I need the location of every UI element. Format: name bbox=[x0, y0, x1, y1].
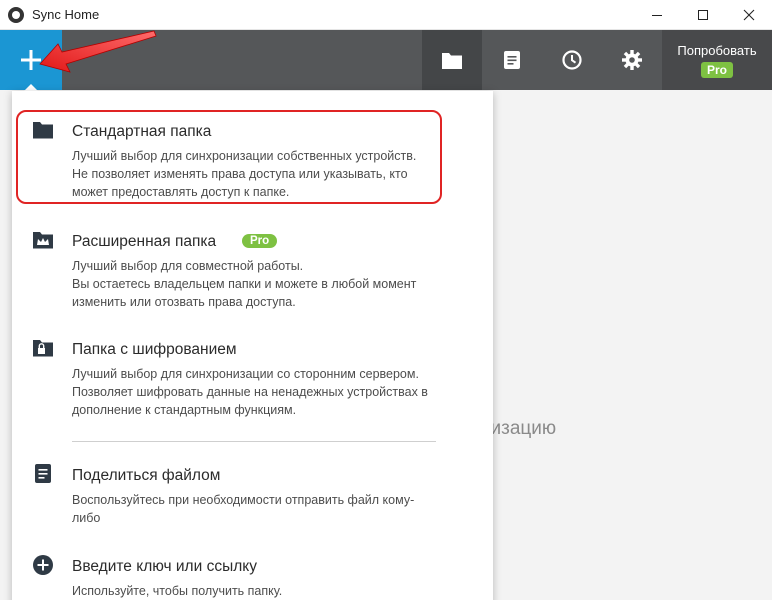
minimize-icon bbox=[652, 15, 662, 16]
crown-folder-icon bbox=[33, 232, 53, 249]
transfers-tab-button[interactable] bbox=[482, 30, 542, 90]
close-button[interactable] bbox=[726, 0, 772, 30]
close-icon bbox=[743, 9, 755, 21]
lock-folder-icon bbox=[33, 340, 53, 357]
app-logo-icon bbox=[8, 6, 24, 23]
menu-item-title: Поделиться файлом bbox=[72, 467, 221, 484]
toolbar: Попробовать Pro bbox=[0, 30, 772, 90]
settings-tab-button[interactable] bbox=[602, 30, 662, 90]
window-controls bbox=[634, 0, 772, 30]
folder-icon bbox=[442, 53, 462, 69]
title-bar: Sync Home bbox=[0, 0, 772, 30]
gear-icon bbox=[622, 50, 642, 70]
document-icon bbox=[35, 464, 51, 483]
menu-item-advanced-folder[interactable]: Расширенная папка Pro Лучший выбор для с… bbox=[12, 221, 493, 321]
maximize-icon bbox=[698, 10, 708, 20]
maximize-button[interactable] bbox=[680, 0, 726, 30]
menu-item-description: Лучший выбор для синхронизации со сторон… bbox=[72, 367, 428, 417]
clock-icon bbox=[562, 50, 582, 70]
try-pro-button[interactable]: Попробовать Pro bbox=[662, 30, 772, 90]
menu-divider bbox=[72, 441, 436, 442]
plus-icon bbox=[21, 50, 41, 70]
history-tab-button[interactable] bbox=[542, 30, 602, 90]
document-icon bbox=[504, 51, 520, 69]
menu-item-description: Лучший выбор для совместной работы. Вы о… bbox=[72, 259, 417, 309]
menu-item-title: Расширенная папка bbox=[72, 233, 217, 250]
menu-item-description: Используйте, чтобы получить папку. bbox=[72, 584, 283, 598]
menu-item-title: Введите ключ или ссылку bbox=[72, 558, 257, 575]
add-button[interactable] bbox=[0, 30, 62, 90]
menu-item-description: Воспользуйтесь при необходимости отправи… bbox=[72, 493, 415, 525]
pro-badge: Pro bbox=[700, 61, 733, 78]
pro-badge: Pro bbox=[242, 234, 278, 248]
minimize-button[interactable] bbox=[634, 0, 680, 30]
menu-caret bbox=[24, 84, 38, 91]
plus-circle-icon bbox=[33, 555, 53, 575]
try-pro-label: Попробовать bbox=[677, 42, 757, 58]
menu-item-enter-key[interactable]: Введите ключ или ссылку Используйте, что… bbox=[12, 546, 493, 600]
menu-item-title: Папка с шифрованием bbox=[72, 341, 237, 358]
folders-tab-button[interactable] bbox=[422, 30, 482, 90]
window-title: Sync Home bbox=[32, 7, 100, 22]
app-window: Sync Home Попробовать Pro низацию Станда… bbox=[0, 0, 772, 600]
highlight-box bbox=[16, 110, 442, 204]
menu-item-share-file[interactable]: Поделиться файлом Воспользуйтесь при нео… bbox=[12, 455, 493, 535]
menu-item-encrypted-folder[interactable]: Папка с шифрованием Лучший выбор для син… bbox=[12, 329, 493, 429]
